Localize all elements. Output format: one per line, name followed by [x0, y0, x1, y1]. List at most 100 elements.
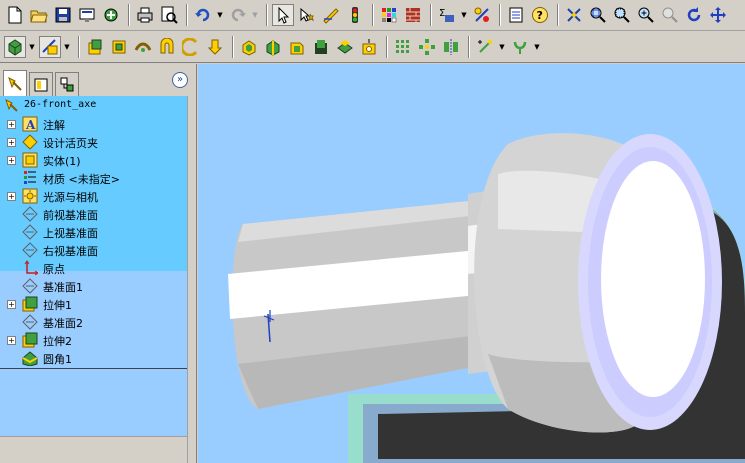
- tree-item-top-plane[interactable]: 上视基准面: [0, 223, 187, 241]
- collapse-panel-button[interactable]: »: [172, 72, 188, 88]
- tab-configuration-manager[interactable]: [55, 72, 79, 96]
- sweep-icon[interactable]: [132, 36, 154, 58]
- feature-tree: 26-front_axe + A 注解 + 设计活页夹 + 实体(1) 材质 <…: [0, 96, 187, 436]
- expand-icon[interactable]: +: [7, 120, 16, 129]
- shell-icon[interactable]: [286, 36, 308, 58]
- tree-item-front-plane[interactable]: 前视基准面: [0, 205, 187, 223]
- expand-icon[interactable]: +: [7, 156, 16, 165]
- measure-icon[interactable]: Σ: [436, 4, 458, 26]
- panel-tabs: »: [0, 64, 196, 96]
- display-style-icon[interactable]: [4, 36, 26, 58]
- tree-item-origin[interactable]: 原点: [0, 259, 187, 277]
- options-icon[interactable]: [100, 4, 122, 26]
- help-icon[interactable]: ?: [529, 4, 551, 26]
- tab-property-manager[interactable]: [29, 72, 53, 96]
- zoom-out-icon: [659, 4, 681, 26]
- expand-icon[interactable]: +: [7, 300, 16, 309]
- palette-icon[interactable]: [378, 4, 400, 26]
- material-icon: [22, 170, 38, 186]
- extrude-icon: [22, 296, 38, 312]
- refresh-icon[interactable]: [683, 4, 705, 26]
- expand-icon[interactable]: +: [7, 336, 16, 345]
- svg-text:A: A: [25, 118, 36, 132]
- smart-select-icon[interactable]: [296, 4, 318, 26]
- section-view-dropdown[interactable]: ▼: [63, 36, 71, 58]
- tree-root[interactable]: 26-front_axe: [0, 97, 187, 115]
- save-icon[interactable]: [52, 4, 74, 26]
- plane-icon: [22, 224, 38, 240]
- undo-dropdown[interactable]: ▼: [216, 4, 224, 26]
- circular-pattern-icon[interactable]: [416, 36, 438, 58]
- annotations-icon: A: [22, 116, 38, 132]
- vertical-scrollbar[interactable]: [187, 96, 196, 463]
- horizontal-scrollbar[interactable]: [0, 436, 187, 463]
- rebuild-icon[interactable]: [344, 4, 366, 26]
- curve-icon[interactable]: [509, 36, 531, 58]
- tree-item-label: 上视基准面: [43, 227, 98, 240]
- mirror-icon[interactable]: [440, 36, 462, 58]
- display-style-dropdown[interactable]: ▼: [28, 36, 36, 58]
- reference-point-icon[interactable]: [474, 36, 496, 58]
- solidworks-window: ▼ ▼ Σ ▼ ? ▼ ▼ ▼ ▼ » 26-front_axe + A 注解 …: [0, 0, 745, 463]
- tree-item-extrude1[interactable]: + 拉伸1: [0, 295, 187, 313]
- curve-dropdown[interactable]: ▼: [533, 36, 541, 58]
- expand-icon[interactable]: +: [7, 138, 16, 147]
- section-view-icon[interactable]: [39, 36, 61, 58]
- undo-icon[interactable]: [192, 4, 214, 26]
- tree-item-label: 右视基准面: [43, 245, 98, 258]
- feature-manager-panel: » 26-front_axe + A 注解 + 设计活页夹 + 实体(1) 材质…: [0, 64, 197, 463]
- sketch-icon[interactable]: [320, 4, 342, 26]
- tree-item-extrude2[interactable]: + 拉伸2: [0, 331, 187, 349]
- tab-feature-manager[interactable]: [3, 70, 27, 96]
- tree-item-label: 前视基准面: [43, 209, 98, 222]
- tree-item-design-binder[interactable]: + 设计活页夹: [0, 133, 187, 151]
- mass-properties-icon[interactable]: [471, 4, 493, 26]
- zoom-fit-icon[interactable]: [587, 4, 609, 26]
- revolve-boss-icon[interactable]: [108, 36, 130, 58]
- tree-item-lights-cameras[interactable]: + 光源与相机: [0, 187, 187, 205]
- tree-item-plane1[interactable]: 基准面1: [0, 277, 187, 295]
- part-model[interactable]: [198, 64, 745, 463]
- loft-icon[interactable]: [156, 36, 178, 58]
- extrude-icon: [22, 332, 38, 348]
- graphics-viewport[interactable]: [198, 64, 745, 463]
- rotate-view-icon[interactable]: [563, 4, 585, 26]
- print-preview-icon[interactable]: [76, 4, 98, 26]
- design-binder-icon: [22, 134, 38, 150]
- extrude-cut-icon[interactable]: [238, 36, 260, 58]
- fillet-feature-icon: [22, 350, 38, 367]
- rib-icon[interactable]: [310, 36, 332, 58]
- draft-icon[interactable]: [334, 36, 356, 58]
- zoom-in-icon[interactable]: [635, 4, 657, 26]
- chamfer-icon[interactable]: [204, 36, 226, 58]
- tree-item-annotations[interactable]: + A 注解: [0, 115, 187, 133]
- features-toolbar: ▼ ▼ ▼ ▼: [0, 32, 745, 63]
- tree-item-label: 拉伸1: [43, 299, 72, 312]
- select-icon[interactable]: [272, 4, 294, 26]
- printer-icon[interactable]: [134, 4, 156, 26]
- revolve-cut-icon[interactable]: [262, 36, 284, 58]
- preview-icon[interactable]: [158, 4, 180, 26]
- tree-item-right-plane[interactable]: 右视基准面: [0, 241, 187, 259]
- pan-icon[interactable]: [707, 4, 729, 26]
- tree-item-plane2[interactable]: 基准面2: [0, 313, 187, 331]
- tree-item-solid-bodies[interactable]: + 实体(1): [0, 151, 187, 169]
- properties-icon[interactable]: [505, 4, 527, 26]
- tree-item-material[interactable]: 材质 <未指定>: [0, 169, 187, 187]
- tree-item-fillet1[interactable]: 圆角1: [0, 349, 187, 367]
- zoom-area-icon[interactable]: [611, 4, 633, 26]
- tree-item-label: 圆角1: [43, 353, 72, 366]
- tree-item-label: 原点: [43, 263, 65, 276]
- extrude-boss-icon[interactable]: [84, 36, 106, 58]
- new-icon[interactable]: [4, 4, 26, 26]
- hole-icon[interactable]: [358, 36, 380, 58]
- reference-dropdown[interactable]: ▼: [498, 36, 506, 58]
- measure-dropdown[interactable]: ▼: [460, 4, 468, 26]
- expand-icon[interactable]: +: [7, 192, 16, 201]
- open-icon[interactable]: [28, 4, 50, 26]
- tree-item-label: 实体(1): [43, 155, 81, 168]
- texture-icon[interactable]: [402, 4, 424, 26]
- solid-bodies-icon: [22, 152, 38, 168]
- linear-pattern-icon[interactable]: [392, 36, 414, 58]
- fillet-icon[interactable]: [180, 36, 202, 58]
